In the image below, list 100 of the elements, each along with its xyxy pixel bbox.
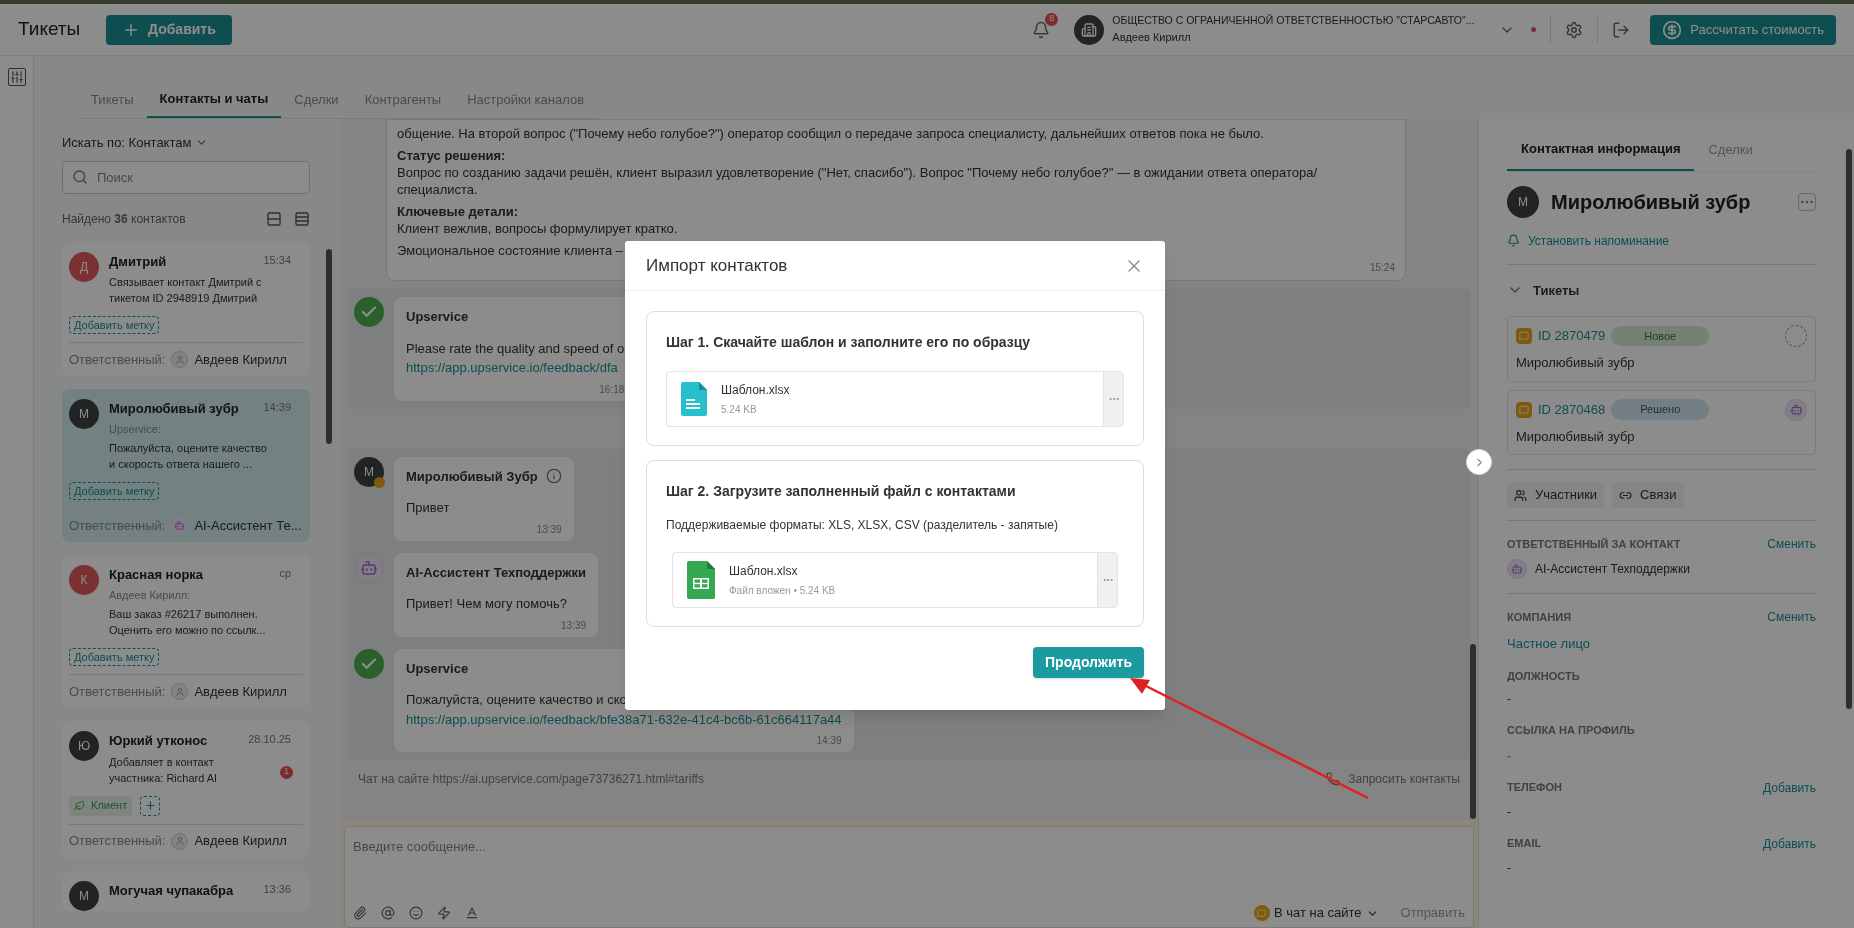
phone-icon	[1326, 772, 1341, 786]
continue-button[interactable]: Продолжить	[1033, 647, 1144, 678]
add-tag-button[interactable]: Добавить метку	[69, 648, 160, 666]
field-label: ТЕЛЕФОН	[1507, 780, 1562, 796]
message-preview: Ваш заказ #26217 выполнен. Оценить его можно по ссылк...	[109, 607, 267, 638]
text-format-icon[interactable]	[465, 906, 479, 920]
nav-tab[interactable]: Настройки каналов	[454, 88, 598, 118]
info-tab[interactable]: Контактная информация	[1507, 129, 1695, 171]
ticket-id[interactable]: ID 2870468	[1538, 399, 1606, 420]
message-text: Привет! Чем могу помочь?	[406, 595, 568, 613]
message-text: Please rate the quality and speed of o	[406, 339, 625, 358]
bell-icon[interactable]	[1032, 20, 1051, 39]
file-name: Шаблон.xlsx	[729, 563, 799, 580]
field-action-link[interactable]: Сменить	[1767, 535, 1816, 553]
summary-text: Вопрос по созданию задачи решён, клиент выразил удовлетворение ("Нет, спасибо"). Вопрос "Почему небо голубое?" — в ожидании ответа оператора/специалиста.	[397, 164, 1319, 198]
paperclip-icon[interactable]	[353, 906, 367, 920]
field-label: ОТВЕТСТВЕННЫЙ ЗА КОНТАКТ	[1507, 536, 1681, 552]
message-author: Upservice	[406, 308, 469, 326]
set-reminder-link[interactable]: Установить напоминание	[1507, 231, 1670, 250]
search-by-dropdown[interactable]: Искать по: Контактам	[62, 133, 192, 153]
responsible-name: Авдеев Кирилл	[194, 832, 287, 851]
file-meta: Файл вложен • 5.24 KB	[729, 584, 836, 598]
file-name: Шаблон.xlsx	[721, 382, 790, 399]
chat-icon	[1516, 328, 1532, 344]
message-author: Upservice	[406, 659, 469, 678]
tickets-heading: Тикеты	[1533, 281, 1580, 300]
nav-tab[interactable]: Контрагенты	[351, 88, 455, 118]
plus-icon	[143, 799, 157, 812]
field-action-link[interactable]: Добавить	[1762, 778, 1816, 797]
check-avatar	[354, 297, 384, 327]
scrollbar-thumb[interactable]	[326, 249, 332, 444]
field-value: -	[1507, 803, 1512, 821]
step-title: Шаг 1. Скачайте шаблон и заполните его по образцу	[666, 333, 1032, 352]
info-icon[interactable]	[545, 468, 562, 485]
logout-icon[interactable]	[1612, 20, 1631, 39]
mention-icon[interactable]	[381, 906, 395, 920]
found-count: Найдено 36 контактов	[62, 210, 186, 228]
user-name: Авдеев Кирилл	[1112, 30, 1192, 46]
add-tag-button[interactable]: Добавить метку	[69, 482, 160, 500]
links-button[interactable]: Связи	[1612, 482, 1684, 508]
nav-tab[interactable]: Сделки	[281, 88, 352, 118]
ticket-card[interactable]: ID 2870479 Новое Миролюбивый зубр	[1507, 316, 1816, 382]
message-time: 13:39	[561, 618, 587, 633]
contact-name: Юркий утконос	[109, 732, 208, 750]
company-name: ОБЩЕСТВО С ОГРАНИЧЕННОЙ ОТВЕТСТВЕННОСТЬЮ "СТАРСАВТО"...	[1112, 13, 1475, 29]
ticket-card[interactable]: ID 2870468 Решено Миролюбивый зубр	[1507, 389, 1816, 455]
robot-avatar	[171, 517, 189, 534]
robot-avatar	[1785, 398, 1807, 421]
file-meta: 5.24 KB	[721, 403, 758, 417]
filter-icon[interactable]	[7, 68, 26, 86]
notification-badge: 8	[1045, 12, 1059, 26]
search-field[interactable]: Поиск	[62, 160, 310, 194]
message-link[interactable]: https://app.upservice.io/feedback/dfa	[406, 358, 625, 378]
info-tab[interactable]: Сделки	[1694, 129, 1767, 171]
field-value[interactable]: -	[1507, 746, 1816, 765]
status-badge: Решено	[1611, 399, 1710, 420]
request-contacts-button[interactable]: Запросить контакты	[1326, 770, 1460, 788]
contact-avatar: К	[69, 565, 99, 595]
message-text: Привет	[406, 499, 451, 517]
contact-avatar: М	[354, 456, 384, 487]
page-title: Тикеты	[18, 17, 82, 42]
settings-icon[interactable]	[1565, 20, 1584, 39]
rows-icon[interactable]	[266, 210, 282, 227]
contact-time: 28.10.25	[248, 732, 291, 747]
add-button[interactable]: Добавить	[106, 14, 232, 45]
nav-tab[interactable]: Контакты и чаты	[146, 88, 282, 118]
message-composer[interactable]: Введите сообщение... В чат на сайте Отправить	[344, 826, 1474, 928]
field-label: КОМПАНИЯ	[1507, 609, 1572, 625]
ticket-contact: Миролюбивый зубр	[1516, 427, 1636, 446]
members-button[interactable]: Участники	[1507, 482, 1605, 508]
contact-card[interactable]: М Могучая чупакабра 13:36	[62, 870, 310, 911]
field-label: ССЫЛКА НА ПРОФИЛЬ	[1507, 723, 1635, 738]
contact-card[interactable]: Д Дмитрий 15:34 Связывает контакт Дмитрий с тикетом ID 2948919 Дмитрий Добавить метку Ответственный: Авдеев Кирилл	[62, 241, 310, 376]
scrollbar-thumb[interactable]	[1846, 149, 1852, 709]
channel-selector[interactable]: В чат на сайте	[1253, 903, 1379, 923]
add-tag-button[interactable]	[140, 795, 161, 816]
smile-icon[interactable]	[409, 906, 423, 920]
calculate-button[interactable]: Рассчитать стоимость	[1650, 14, 1836, 45]
person-avatar	[171, 683, 189, 700]
add-tag-button[interactable]: Добавить метку	[69, 316, 160, 334]
message-input[interactable]: Введите сообщение...	[353, 837, 1465, 899]
list-icon[interactable]	[294, 210, 310, 227]
field-action-link[interactable]: Сменить	[1767, 608, 1816, 626]
more-icon[interactable]	[1798, 192, 1816, 211]
ticket-id[interactable]: ID 2870479	[1538, 326, 1606, 346]
field-value[interactable]: Частное лицо	[1507, 634, 1816, 654]
responsible-name: AI-Ассистент Те...	[194, 516, 302, 535]
send-button[interactable]: Отправить	[1400, 903, 1465, 923]
step-title: Шаг 2. Загрузите заполненный файл с контактами	[666, 482, 1017, 501]
responsible-label: Ответственный:	[69, 682, 166, 701]
lightning-icon[interactable]	[437, 906, 451, 920]
field-action-link[interactable]: Добавить	[1762, 834, 1816, 853]
ticket-contact: Миролюбивый зубр	[1516, 354, 1636, 372]
field-value: AI-Ассистент Техподдержки	[1535, 561, 1690, 578]
message-link[interactable]: https://app.upservice.io/feedback/bfe38a71-632e-41c4-bc6b-61c664117a44	[406, 709, 842, 729]
contact-card[interactable]: Ю Юркий утконос 28.10.25 Добавляет в контакт участника: Richard AI 1 Клиент Ответственный: Авдеев Кирилл	[62, 721, 310, 858]
contact-card[interactable]: К Красная норка ср Авдеев Кирилл: Ваш заказ #26217 выполнен. Оценить его можно по ссылк... Добавить метку Ответственный: Авдеев Кирилл	[62, 555, 310, 708]
nav-tab[interactable]: Тикеты	[78, 88, 147, 118]
scrollbar-thumb[interactable]	[1470, 644, 1476, 819]
contact-time: 15:34	[263, 252, 291, 268]
